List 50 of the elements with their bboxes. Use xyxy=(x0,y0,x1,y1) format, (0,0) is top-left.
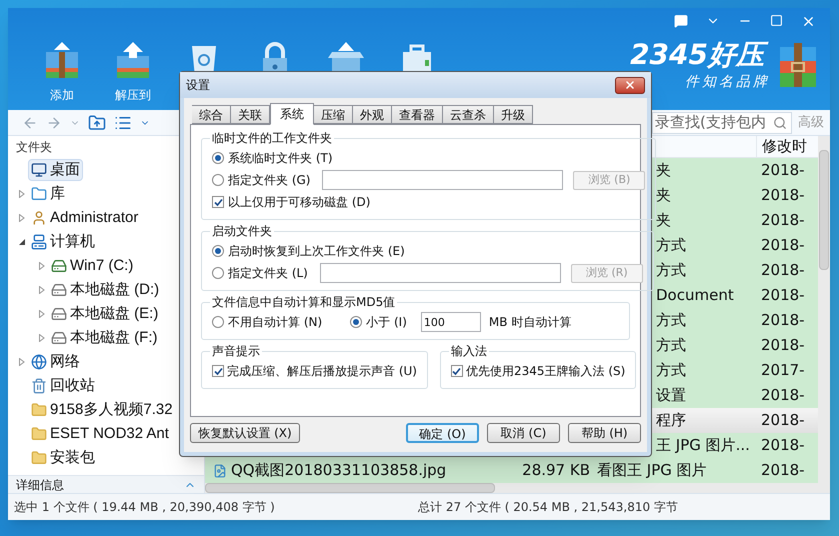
modified-date: 2018- xyxy=(761,211,805,230)
tree-header: 文件夹 xyxy=(15,139,53,156)
modified-date: 2018- xyxy=(761,336,805,354)
group-title: 声音提示 xyxy=(211,343,261,360)
unit-label: MB 时自动计算 xyxy=(488,314,572,331)
group-title: 输入法 xyxy=(450,343,488,360)
modified-date: 2018- xyxy=(761,286,805,304)
modified-date: 2018- xyxy=(761,386,805,404)
modified-date: 2018- xyxy=(761,461,805,480)
selection-status: 选中 1 个文件 ( 19.44 MB , 20,390,408 字节 ) xyxy=(13,499,276,516)
checkbox-label: 完成压缩、解压后播放提示声音 (U) xyxy=(227,363,417,380)
radio-label: 指定文件夹 (L) xyxy=(228,265,308,282)
file-type: 方式 xyxy=(656,236,686,254)
modified-date: 2018- xyxy=(761,186,805,204)
file-type: 夹 xyxy=(656,186,671,204)
brand-slogan: 件知名品牌 xyxy=(685,73,770,92)
file-type: 看图王 JPG 图片 xyxy=(597,461,707,480)
file-type: 夹 xyxy=(656,161,671,180)
file-type: 方式 xyxy=(656,261,686,280)
modified-date: 2017- xyxy=(761,361,805,380)
file-type: 方式 xyxy=(656,336,686,354)
modified-date: 2018- xyxy=(761,236,805,254)
dialog-title: 设置 xyxy=(186,77,210,94)
file-type: 设置 xyxy=(656,386,686,404)
file-type: 程序 xyxy=(656,411,686,430)
file-type: 夹 xyxy=(656,211,671,230)
radio-label: 系统临时文件夹 (T) xyxy=(228,150,333,167)
modified-date: 2018- xyxy=(761,436,805,454)
radio-label: 启动时恢复到上次工作文件夹 (E) xyxy=(228,243,405,260)
modified-date: 2018- xyxy=(761,161,805,180)
file-type: Document xyxy=(656,286,734,304)
file-name: QQ截图20180331103858.jpg xyxy=(231,460,446,482)
group-title: 启动文件夹 xyxy=(211,223,273,240)
details-label: 详细信息 xyxy=(16,476,64,494)
brand-name: 2345好压 xyxy=(630,37,770,72)
group-title: 文件信息中自动计算和显示MD5值 xyxy=(211,294,396,311)
file-type: 王 JPG 图片... xyxy=(656,436,750,454)
file-type: 方式 xyxy=(656,361,686,380)
radio-label: 小于 (I) xyxy=(366,314,407,331)
checkbox-label: 优先使用2345王牌输入法 (S) xyxy=(466,363,626,380)
group-title: 临时文件的工作文件夹 xyxy=(211,130,333,147)
modified-date: 2018- xyxy=(761,261,805,280)
file-type: 方式 xyxy=(656,311,686,330)
modified-date: 2018- xyxy=(761,311,805,330)
radio-label: 不用自动计算 (N) xyxy=(228,314,322,331)
checkbox-label: 以上仅用于可移动磁盘 (D) xyxy=(228,194,370,211)
file-size: 28.97 KB xyxy=(522,461,590,480)
modified-date: 2018- xyxy=(761,411,805,430)
radio-label: 指定文件夹 (G) xyxy=(228,172,310,189)
total-status: 总计 27 个文件 ( 20.54 MB , 21,543,810 字节 xyxy=(418,499,678,516)
